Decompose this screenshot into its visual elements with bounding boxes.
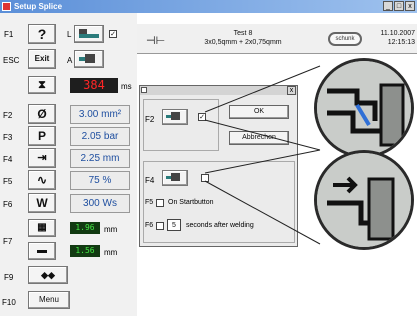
zoom-clamp-a-circle <box>314 58 414 158</box>
zoom-clamp-b-circle <box>314 150 414 250</box>
